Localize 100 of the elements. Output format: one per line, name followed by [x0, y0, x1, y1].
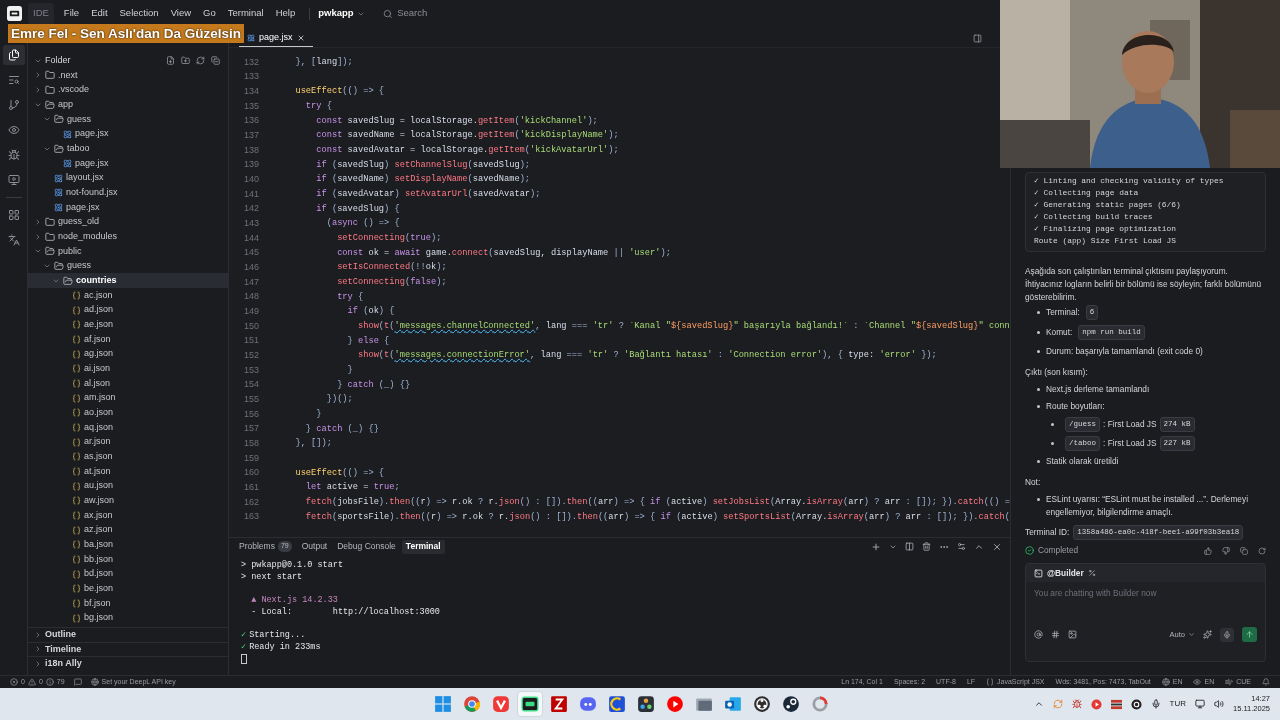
tree-item[interactable]: page.jsx [28, 200, 228, 215]
project-switcher[interactable]: pwkapp [318, 6, 365, 21]
tree-item[interactable]: am.json [28, 390, 228, 406]
tree-item[interactable]: public [28, 244, 228, 259]
menu-item[interactable]: Edit [85, 3, 114, 24]
tree-item[interactable]: .vscode [28, 82, 228, 98]
split-icon[interactable] [905, 542, 914, 551]
bug-icon[interactable] [1071, 699, 1082, 709]
tree-item[interactable]: au.json [28, 478, 228, 494]
line-number: 142 [242, 202, 259, 216]
tree-item[interactable]: aw.json [28, 493, 228, 509]
close-icon[interactable] [296, 34, 305, 42]
folder-icon [45, 70, 55, 81]
tree-item[interactable]: ba.json [28, 537, 228, 553]
thumbs-down-icon[interactable] [1222, 546, 1230, 555]
tree-item[interactable]: bg.json [28, 610, 228, 626]
settings-icon[interactable] [957, 542, 966, 551]
input-language[interactable]: TUR [1169, 698, 1186, 710]
panel-tab[interactable]: Debug Console [333, 539, 400, 554]
open-folder-icon [63, 275, 73, 286]
mention-icon[interactable] [1034, 630, 1043, 639]
chevron-up-icon[interactable] [1033, 699, 1044, 709]
tree-item[interactable]: page.jsx [28, 156, 228, 171]
stripes-icon[interactable] [1110, 698, 1122, 710]
collapsed-section[interactable]: Outline [28, 626, 228, 642]
tree-item[interactable]: countries [28, 273, 228, 289]
code-line: try { [336, 290, 364, 304]
menu-item[interactable]: Go [197, 3, 222, 24]
collapse-icon[interactable] [211, 56, 220, 65]
split-editor-icon[interactable] [973, 34, 982, 43]
close-icon[interactable] [992, 541, 1002, 552]
app-logo-icon[interactable] [7, 6, 22, 21]
plus-icon[interactable] [871, 541, 881, 552]
tree-item[interactable]: ai.json [28, 361, 228, 377]
collapsed-section[interactable]: i18n Ally [28, 656, 228, 671]
tree-item[interactable]: al.json [28, 376, 228, 391]
new-folder-icon[interactable] [181, 56, 190, 65]
menu-item[interactable]: Help [269, 3, 302, 24]
menu-item[interactable]: File [57, 3, 86, 24]
send-button[interactable] [1242, 627, 1257, 642]
copy-icon[interactable] [1240, 546, 1248, 555]
status-text: Completed [1038, 544, 1079, 557]
search-field[interactable]: Search [397, 6, 795, 21]
menu-item[interactable]: Terminal [221, 3, 270, 24]
new-file-icon[interactable] [166, 56, 175, 65]
tree-item[interactable]: ac.json [28, 288, 228, 303]
tree-item[interactable]: as.json [28, 449, 228, 465]
tree-item[interactable]: ao.json [28, 405, 228, 421]
tree-item[interactable]: taboo [28, 141, 228, 157]
hash-icon[interactable] [1051, 630, 1060, 639]
tree-item[interactable]: az.json [28, 522, 228, 538]
tree-item[interactable]: bb.json [28, 552, 228, 567]
tree-item[interactable]: not-found.jsx [28, 185, 228, 201]
code-line: setIsConnected(!!ok); [336, 261, 447, 275]
tree-item[interactable]: layout.jsx [28, 170, 228, 186]
tree-item[interactable]: page.jsx [28, 126, 228, 142]
tree-item[interactable]: ar.json [28, 434, 228, 450]
mic-button[interactable] [1220, 627, 1234, 642]
tree-item[interactable]: guess [28, 112, 228, 127]
line-number: 145 [242, 246, 259, 260]
section-title[interactable]: Folder [45, 53, 71, 68]
sparkle-icon[interactable] [1203, 630, 1212, 639]
tree-item[interactable]: guess_old [28, 214, 228, 230]
status-item[interactable] [1262, 678, 1270, 686]
tree-item[interactable]: node_modules [28, 229, 228, 245]
retry-icon[interactable] [1258, 546, 1266, 555]
tree-item[interactable]: aq.json [28, 420, 228, 435]
panel-tab[interactable]: Output [297, 539, 332, 554]
image-icon[interactable] [1068, 630, 1077, 639]
taskbar-button[interactable] [517, 691, 543, 717]
tree-item[interactable]: app [28, 97, 228, 112]
speaker-icon[interactable] [1214, 699, 1224, 709]
tree-item[interactable]: ad.json [28, 302, 228, 318]
menu-item[interactable]: Selection [113, 3, 165, 24]
tree-item[interactable]: at.json [28, 464, 228, 479]
activity-button[interactable] [2, 45, 25, 65]
tree-item[interactable]: ag.json [28, 346, 228, 362]
tree-item[interactable]: .next [28, 68, 228, 83]
circle-logo-icon[interactable] [1130, 698, 1142, 710]
tree-item[interactable]: ax.json [28, 508, 228, 523]
chat-input[interactable]: You are chatting with Builder now [1034, 587, 1257, 627]
refresh-icon[interactable] [196, 56, 205, 65]
tree-item[interactable]: ae.json [28, 317, 228, 333]
play-icon[interactable] [1090, 698, 1102, 710]
tree-item[interactable]: guess [28, 258, 228, 274]
thumbs-up-icon[interactable] [1204, 546, 1212, 555]
trash-icon[interactable] [922, 542, 931, 551]
tree-item[interactable]: bd.json [28, 566, 228, 582]
monitor-icon[interactable] [1195, 699, 1205, 709]
mic-icon[interactable] [1150, 699, 1161, 709]
list-item-text: Terminal: [1046, 306, 1080, 319]
tree-item[interactable]: be.json [28, 581, 228, 597]
tree-item[interactable]: bf.json [28, 596, 228, 611]
list-item-text: Komut: [1046, 326, 1073, 339]
app-icon [811, 695, 829, 713]
message-icon[interactable] [73, 678, 82, 686]
collapsed-section[interactable]: Timeline [28, 641, 228, 657]
panel-tab[interactable]: Terminal [401, 539, 445, 554]
menu-item[interactable]: View [164, 3, 198, 24]
tree-item[interactable]: af.json [28, 332, 228, 347]
